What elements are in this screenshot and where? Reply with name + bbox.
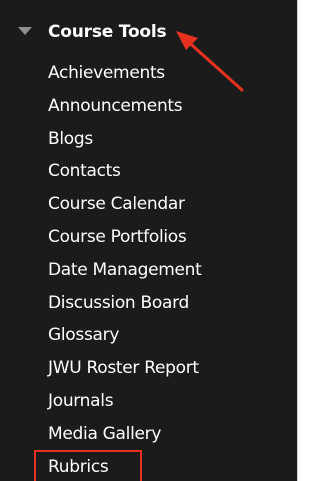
course-tools-header-label: Course Tools [48, 22, 167, 42]
course-tools-menu-panel: Course Tools Achievements Announcements … [0, 0, 298, 481]
menu-item-label: Media Gallery [48, 423, 162, 444]
menu-item-label: Date Management [48, 259, 202, 280]
collapse-triangle-icon[interactable] [18, 27, 32, 35]
menu-item-announcements[interactable]: Announcements [0, 91, 297, 124]
menu-item-journals[interactable]: Journals [0, 386, 297, 419]
menu-item-course-portfolios[interactable]: Course Portfolios [0, 222, 297, 255]
menu-item-discussion-board[interactable]: Discussion Board [0, 288, 297, 321]
menu-item-blogs[interactable]: Blogs [0, 124, 297, 157]
menu-item-label: Glossary [48, 325, 120, 346]
menu-item-label: Contacts [48, 161, 121, 182]
menu-item-label: Blogs [48, 128, 93, 149]
menu-item-jwu-roster-report[interactable]: JWU Roster Report [0, 353, 297, 386]
menu-item-label: Announcements [48, 95, 183, 116]
menu-item-course-calendar[interactable]: Course Calendar [0, 189, 297, 222]
rubrics-highlight-box [34, 450, 142, 481]
menu-item-media-gallery[interactable]: Media Gallery [0, 419, 297, 452]
course-tools-header[interactable]: Course Tools [0, 14, 297, 50]
menu-item-label: Course Portfolios [48, 226, 187, 247]
menu-item-glossary[interactable]: Glossary [0, 320, 297, 353]
menu-item-label: Journals [48, 390, 114, 411]
menu-item-label: Achievements [48, 63, 165, 83]
menu-item-contacts[interactable]: Contacts [0, 156, 297, 189]
course-tools-list: Achievements Announcements Blogs Contact… [0, 58, 297, 481]
menu-item-achievements[interactable]: Achievements [0, 58, 297, 91]
menu-item-label: JWU Roster Report [48, 358, 199, 379]
menu-item-date-management[interactable]: Date Management [0, 255, 297, 288]
menu-item-label: Course Calendar [48, 194, 185, 215]
menu-item-label: Discussion Board [48, 292, 189, 313]
